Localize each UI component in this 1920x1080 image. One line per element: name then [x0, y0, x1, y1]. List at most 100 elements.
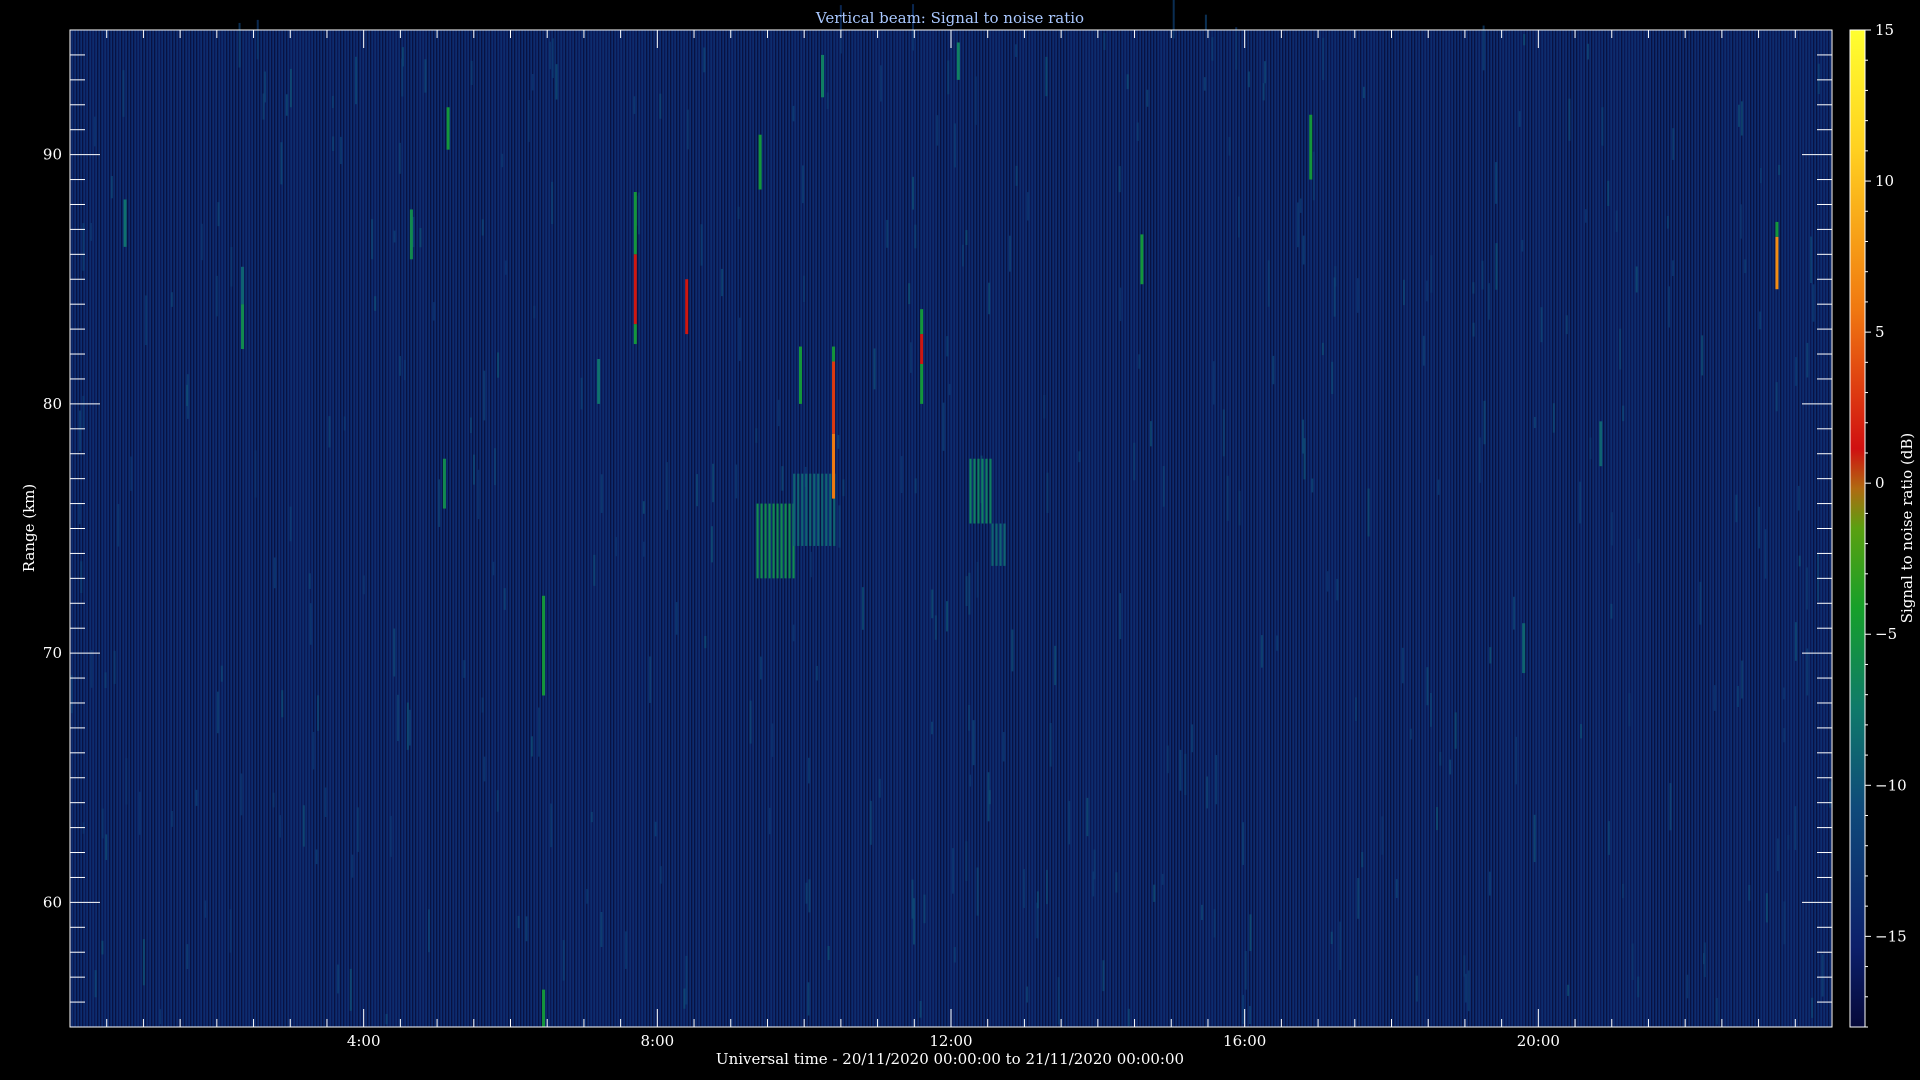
noise-speck	[1045, 869, 1048, 905]
colorbar-tick-label: 15	[1875, 21, 1894, 39]
noise-stripe	[1645, 30, 1647, 1027]
noise-stripe	[1765, 30, 1767, 1027]
noise-stripe	[511, 30, 513, 1027]
noise-speck	[792, 624, 795, 642]
noise-stripe	[85, 30, 87, 1027]
noise-stripe	[742, 30, 744, 1027]
noise-stripe	[1486, 30, 1488, 1027]
noise-stripe	[1636, 30, 1638, 1027]
noise-stripe	[1744, 30, 1746, 1027]
noise-speck	[1238, 490, 1241, 526]
noise-stripe	[1504, 30, 1506, 1027]
noise-stripe	[1531, 30, 1533, 1027]
noise-stripe	[1108, 30, 1110, 1027]
noise-speck	[1149, 421, 1152, 447]
noise-stripe	[232, 30, 234, 1027]
noise-speck	[642, 541, 645, 557]
noise-speck	[1049, 722, 1052, 767]
noise-stripe	[622, 30, 624, 1027]
noise-stripe	[1747, 30, 1749, 1027]
noise-speck	[229, 909, 232, 953]
noise-stripe	[988, 30, 990, 1027]
noise-speck	[1436, 807, 1439, 831]
echo-streak	[633, 254, 637, 325]
noise-stripe	[865, 30, 867, 1027]
noise-speck	[1489, 647, 1492, 664]
noise-stripe	[214, 30, 216, 1027]
noise-speck	[625, 931, 628, 969]
noise-speck	[343, 416, 346, 431]
noise-speck	[1518, 111, 1521, 127]
noise-stripe	[223, 30, 225, 1027]
noise-speck	[90, 222, 93, 241]
noise-speck	[1464, 973, 1467, 1003]
noise-stripe	[1615, 30, 1617, 1027]
noise-speck	[1637, 538, 1640, 564]
noise-stripe	[130, 30, 132, 1027]
noise-stripe	[103, 30, 105, 1027]
noise-stripe	[1435, 30, 1437, 1027]
noise-speck	[1713, 685, 1716, 711]
echo-streak	[832, 433, 836, 499]
noise-speck	[1454, 712, 1457, 749]
noise-speck	[93, 116, 96, 147]
noise-stripe	[961, 30, 963, 1027]
noise-stripe	[292, 30, 294, 1027]
noise-stripe	[940, 30, 942, 1027]
noise-stripe	[1564, 30, 1566, 1027]
noise-speck	[948, 383, 951, 396]
noise-speck	[419, 228, 422, 248]
noise-speck	[215, 275, 218, 317]
noise-stripe	[643, 30, 645, 1027]
noise-speck	[1296, 202, 1299, 248]
echo-streak	[1140, 234, 1144, 285]
noise-speck	[494, 448, 497, 486]
noise-stripe	[1057, 30, 1059, 1027]
noise-speck	[1022, 869, 1025, 908]
noise-stripe	[1792, 30, 1794, 1027]
noise-stripe	[298, 30, 300, 1027]
noise-speck	[1589, 437, 1592, 460]
noise-speck	[1567, 984, 1570, 996]
noise-stripe	[1795, 30, 1797, 1027]
noise-speck	[355, 56, 358, 105]
noise-speck	[230, 246, 233, 287]
noise-stripe	[1678, 30, 1680, 1027]
noise-speck	[710, 526, 713, 563]
noise-stripe	[316, 30, 318, 1027]
noise-speck	[965, 230, 968, 246]
noise-speck	[1228, 137, 1231, 156]
noise-speck	[159, 1009, 162, 1025]
noise-stripe	[1483, 30, 1485, 1027]
noise-stripe	[1249, 30, 1251, 1027]
noise-speck	[1615, 210, 1618, 232]
noise-stripe	[1255, 30, 1257, 1027]
noise-stripe	[1393, 30, 1395, 1027]
noise-speck	[531, 74, 534, 91]
noise-stripe	[787, 30, 789, 1027]
noise-stripe	[1558, 30, 1560, 1027]
noise-stripe	[217, 30, 219, 1027]
noise-speck	[289, 506, 292, 542]
noise-speck	[1321, 342, 1324, 356]
noise-speck	[737, 206, 740, 220]
noise-speck	[946, 336, 949, 357]
noise-stripe	[1480, 30, 1482, 1027]
noise-speck	[953, 947, 956, 963]
noise-speck	[1737, 104, 1740, 127]
noise-stripe	[235, 30, 237, 1027]
noise-speck	[1011, 629, 1014, 672]
noise-stripe	[1132, 30, 1134, 1027]
noise-speck	[792, 105, 795, 122]
noise-stripe	[379, 30, 381, 1027]
noise-speck	[900, 456, 903, 494]
noise-speck	[1765, 893, 1768, 923]
noise-stripe	[166, 30, 168, 1027]
noise-speck	[1026, 192, 1029, 221]
noise-stripe	[1702, 30, 1704, 1027]
noise-speck	[593, 554, 596, 586]
noise-stripe	[265, 30, 267, 1027]
noise-speck	[1715, 997, 1718, 1025]
noise-speck	[1806, 342, 1809, 378]
noise-stripe	[937, 30, 939, 1027]
